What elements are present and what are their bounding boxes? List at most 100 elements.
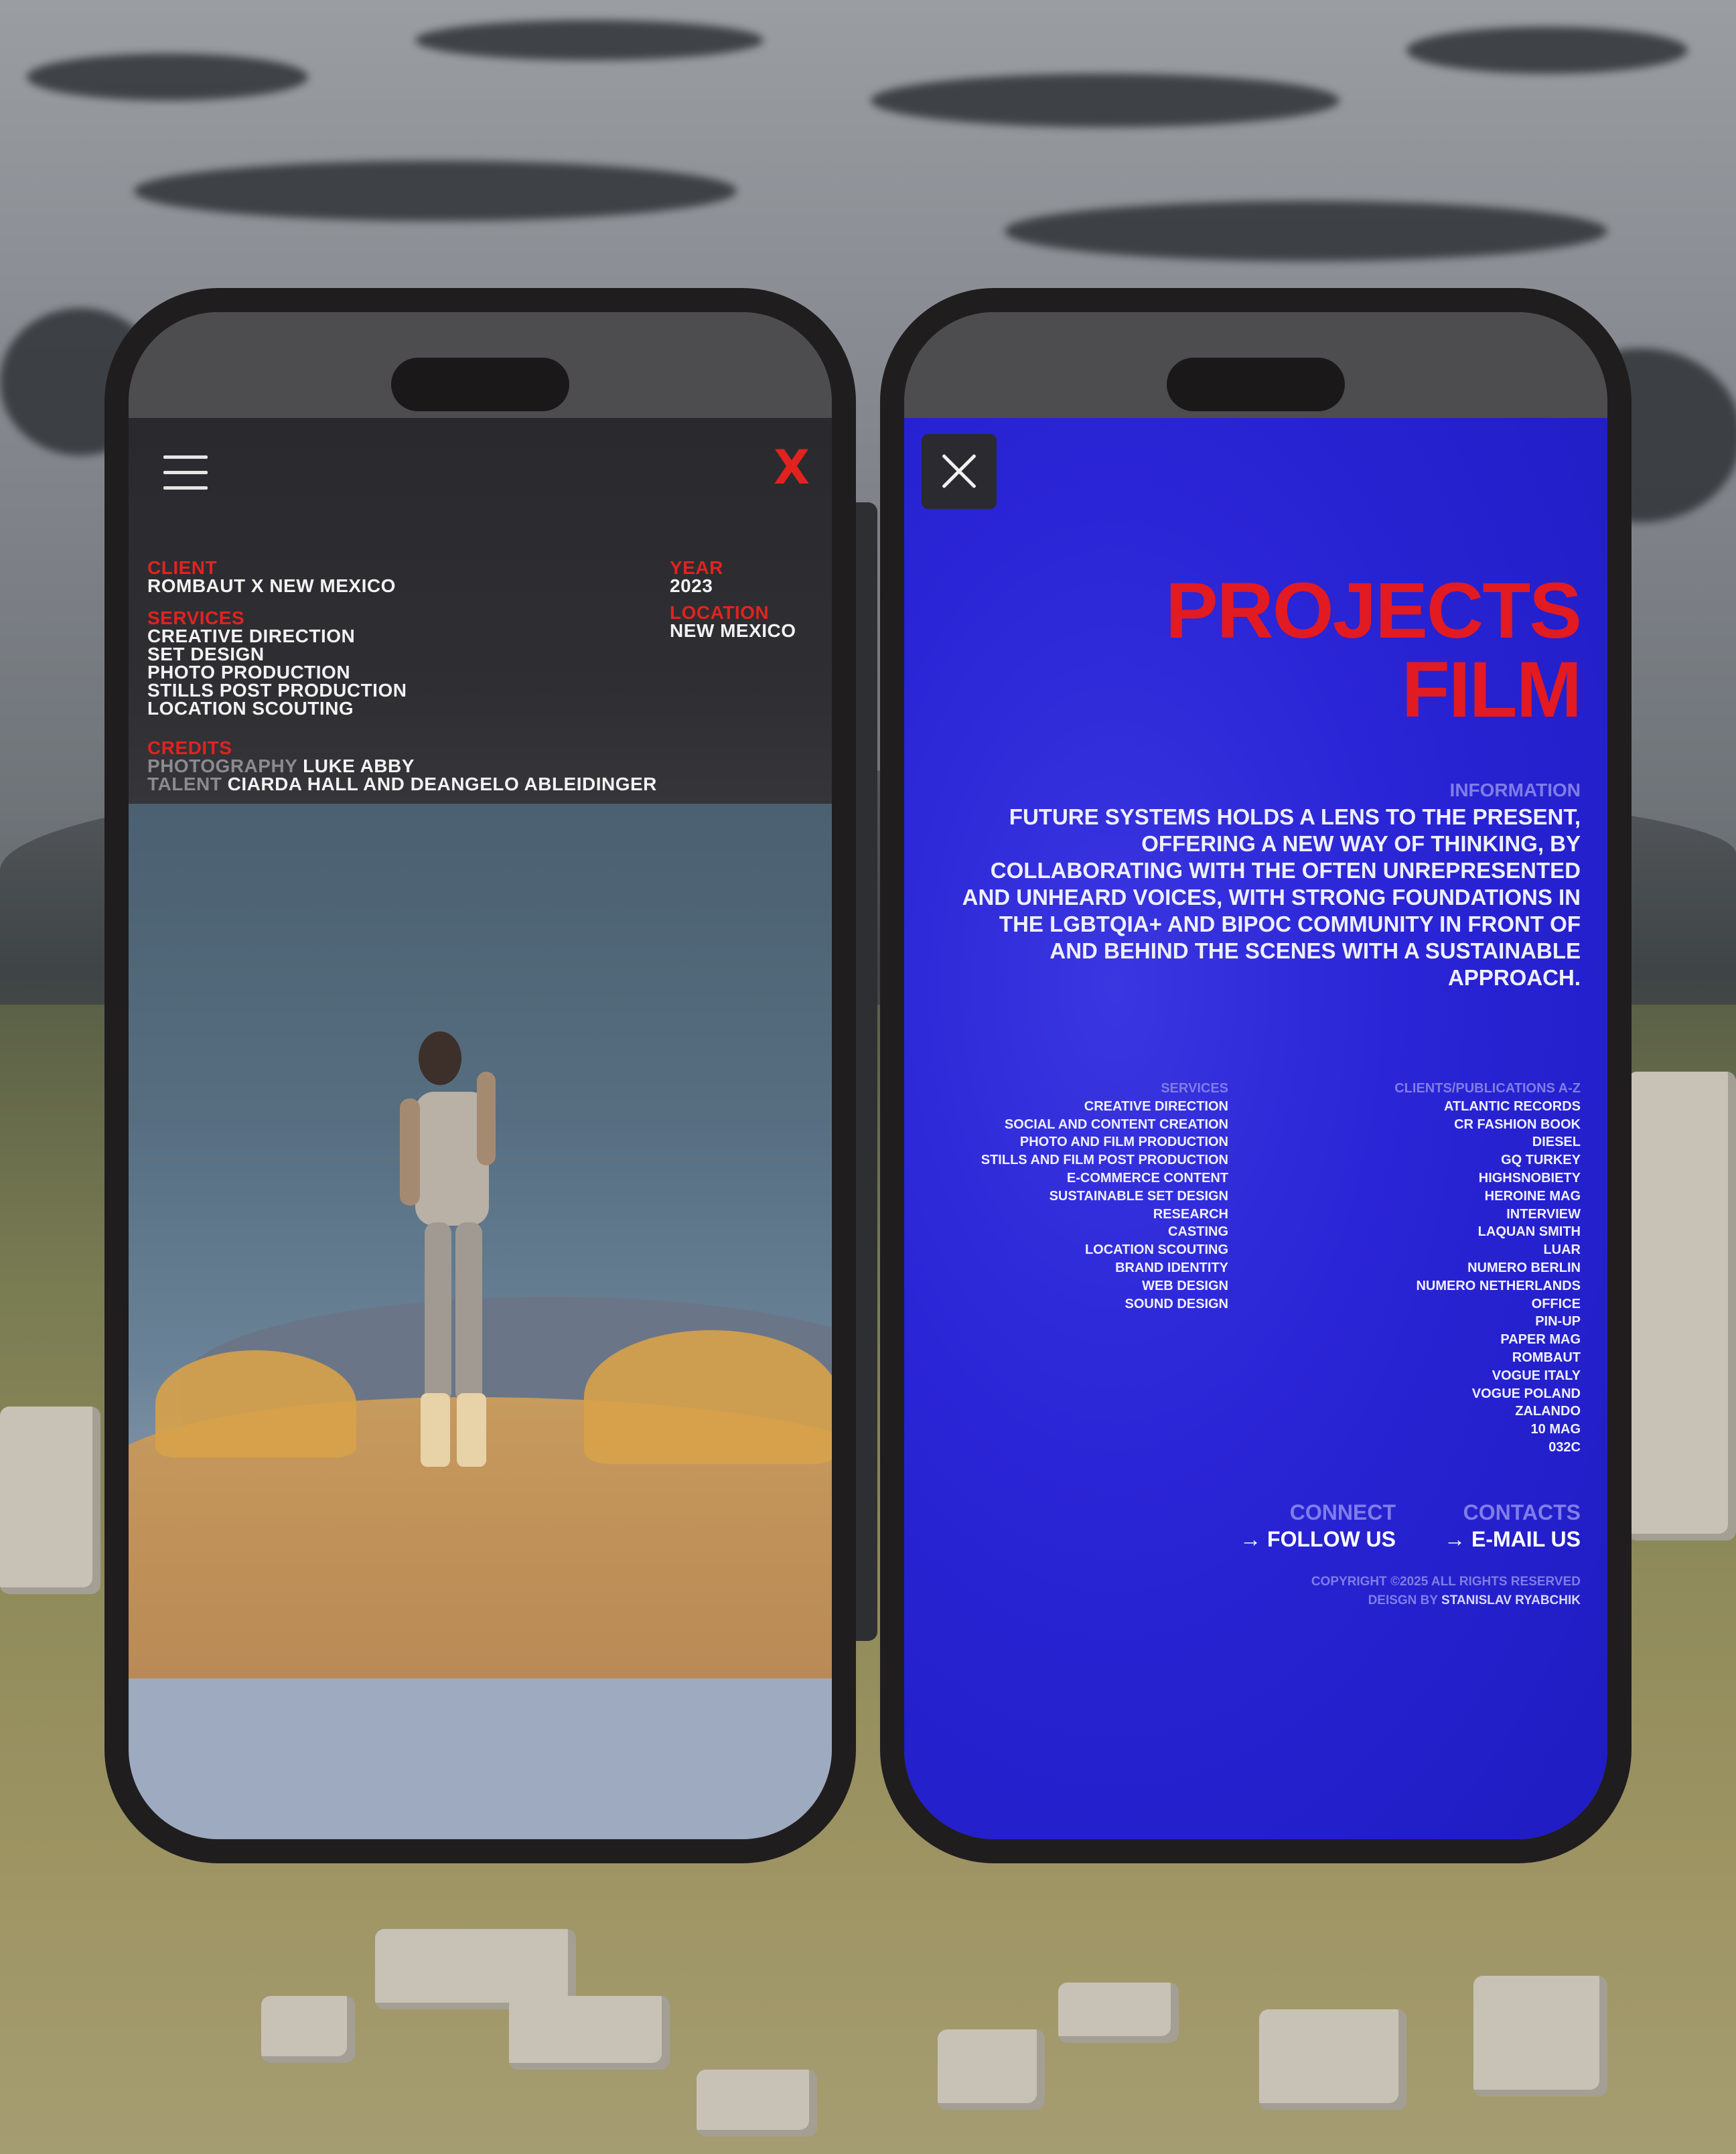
background-cloud [1005, 201, 1607, 261]
background-cloud [134, 161, 737, 221]
follow-us-link[interactable]: → FOLLOW US [1240, 1527, 1396, 1552]
client-value: ROMBAUT X NEW MEXICO [147, 575, 396, 596]
photo-person [400, 1031, 496, 1467]
phone-screen: PROJECTS FILM INFORMATION FUTURE SYSTEMS… [904, 312, 1607, 1839]
information-label: INFORMATION [1449, 780, 1581, 800]
menu-icon[interactable] [163, 453, 208, 492]
client-item: OFFICE [1531, 1296, 1581, 1311]
services-block: SERVICES CREATIVE DIRECTION SET DESIGN P… [147, 607, 407, 719]
client-item: HIGHSNOBIETY [1478, 1170, 1581, 1186]
information-text: FUTURE SYSTEMS HOLDS A LENS TO THE PRESE… [962, 804, 1581, 990]
client-item: INTERVIEW [1506, 1206, 1581, 1222]
service-item: PHOTO PRODUCTION [147, 662, 351, 683]
background-cloud [871, 74, 1340, 127]
service-item: SET DESIGN [147, 644, 265, 664]
background-cloud [415, 20, 764, 60]
service-item: LOCATION SCOUTING [147, 698, 354, 719]
project-header: X CLIENT ROMBAUT X NEW MEXICO SERVICES C… [129, 418, 832, 804]
copyright-text: COPYRIGHT ©2025 ALL RIGHTS RESERVED [1311, 1575, 1581, 1589]
client-block: CLIENT ROMBAUT X NEW MEXICO [147, 559, 396, 595]
email-us-link[interactable]: → E-MAIL US [1444, 1527, 1581, 1552]
background-rock [1259, 2009, 1406, 2110]
service-item: WEB DESIGN [1142, 1278, 1228, 1293]
client-item: 10 MAG [1530, 1422, 1581, 1437]
year-block: YEAR 2023 [670, 559, 723, 595]
background-rock [261, 1996, 355, 2063]
location-block: LOCATION NEW MEXICO [670, 603, 796, 640]
photo-grass [155, 1350, 356, 1457]
client-item: PIN-UP [1535, 1314, 1581, 1330]
background-rock [1628, 1072, 1736, 1540]
client-item: LUAR [1543, 1242, 1581, 1258]
status-bar [904, 312, 1607, 418]
client-item: HEROINE MAG [1484, 1188, 1581, 1204]
service-item: BRAND IDENTITY [1115, 1260, 1228, 1275]
service-item: SUSTAINABLE SET DESIGN [1049, 1188, 1228, 1204]
dynamic-island [1167, 358, 1345, 411]
phone-screen: X CLIENT ROMBAUT X NEW MEXICO SERVICES C… [129, 312, 832, 1839]
service-item: CREATIVE DIRECTION [147, 626, 356, 646]
location-label: LOCATION [670, 602, 770, 623]
credits-block: CREDITS PHOTOGRAPHY LUKE ABBY TALENT CIA… [147, 737, 657, 794]
service-item: STILLS AND FILM POST PRODUCTION [981, 1153, 1228, 1168]
service-item: SOUND DESIGN [1125, 1296, 1228, 1311]
project-photo [129, 804, 832, 1839]
services-heading: SERVICES [1161, 1081, 1228, 1096]
service-item: PHOTO AND FILM PRODUCTION [1019, 1135, 1228, 1150]
client-item: NUMERO NETHERLANDS [1416, 1278, 1581, 1293]
background-rock [938, 2029, 1045, 2110]
service-item: SOCIAL AND CONTENT CREATION [1004, 1117, 1228, 1132]
client-item: CR FASHION BOOK [1454, 1117, 1581, 1132]
client-item: LAQUAN SMITH [1477, 1224, 1581, 1240]
client-item: 032C [1548, 1439, 1581, 1455]
service-item: E-COMMERCE CONTENT [1066, 1170, 1228, 1186]
close-icon[interactable] [922, 434, 997, 509]
credits-label: CREDITS [147, 737, 232, 758]
client-item: PAPER MAG [1500, 1332, 1581, 1348]
client-item: ATLANTIC RECORDS [1443, 1098, 1581, 1114]
year-value: 2023 [670, 575, 713, 596]
service-item: RESEARCH [1153, 1206, 1228, 1222]
client-item: DIESEL [1532, 1135, 1581, 1150]
services-label: SERVICES [147, 607, 245, 628]
nav-link-film[interactable]: FILM [1402, 650, 1582, 729]
background-rock [1058, 1983, 1179, 2043]
client-item: VOGUE ITALY [1492, 1368, 1581, 1383]
clients-heading: CLIENTS/PUBLICATIONS A-Z [1394, 1081, 1581, 1096]
phone-mockup-right: PROJECTS FILM INFORMATION FUTURE SYSTEMS… [880, 288, 1632, 1863]
client-item: VOGUE POLAND [1471, 1386, 1581, 1401]
design-by-label: DEISGN BY [1368, 1593, 1438, 1607]
client-label: CLIENT [147, 557, 218, 578]
background-rock [509, 1996, 670, 2070]
close-icon[interactable]: X [768, 443, 816, 492]
location-value: NEW MEXICO [670, 620, 796, 641]
dynamic-island [391, 358, 569, 411]
background-cloud [1406, 27, 1688, 74]
menu-overlay: PROJECTS FILM INFORMATION FUTURE SYSTEMS… [904, 418, 1607, 1839]
talent-label: TALENT [147, 774, 222, 794]
connect-label: CONNECT [1289, 1500, 1396, 1524]
background-cloud [27, 54, 308, 100]
footer-copyright: COPYRIGHT ©2025 ALL RIGHTS RESERVED DEIS… [1311, 1573, 1581, 1610]
background-rock [1473, 1976, 1607, 2096]
clients-list: CLIENTS/PUBLICATIONS A-Z ATLANTIC RECORD… [1394, 1080, 1581, 1457]
contacts-label: CONTACTS [1463, 1500, 1581, 1524]
service-item: STILLS POST PRODUCTION [147, 680, 407, 701]
service-item: CASTING [1168, 1224, 1228, 1240]
background-rock [697, 2070, 817, 2137]
client-item: ZALANDO [1515, 1404, 1581, 1419]
background-rock [0, 1407, 100, 1594]
nav-link-projects[interactable]: PROJECTS [1165, 571, 1582, 650]
status-bar [129, 312, 832, 418]
photo-grass [584, 1330, 832, 1464]
service-item: CREATIVE DIRECTION [1084, 1098, 1228, 1114]
talent-value: CIARDA HALL AND DEANGELO ABLEIDINGER [227, 774, 657, 794]
services-list: SERVICES CREATIVE DIRECTION SOCIAL AND C… [981, 1080, 1228, 1313]
year-label: YEAR [670, 557, 723, 578]
designer-link[interactable]: STANISLAV RYABCHIK [1441, 1593, 1581, 1607]
client-item: ROMBAUT [1512, 1350, 1581, 1365]
client-item: GQ TURKEY [1501, 1153, 1581, 1168]
client-item: NUMERO BERLIN [1467, 1260, 1581, 1275]
service-item: LOCATION SCOUTING [1084, 1242, 1228, 1258]
phone-mockup-left: X CLIENT ROMBAUT X NEW MEXICO SERVICES C… [104, 288, 856, 1863]
